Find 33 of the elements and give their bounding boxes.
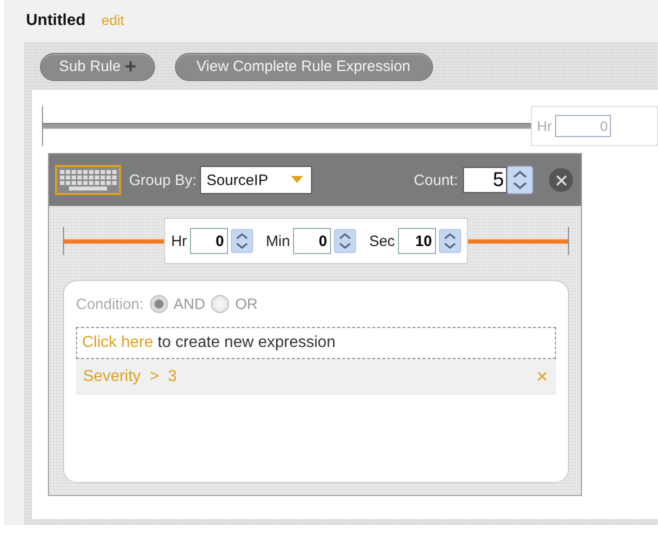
spinner-icon[interactable]	[438, 227, 461, 255]
radio-button[interactable]	[211, 295, 230, 313]
keyboard-icon[interactable]	[55, 165, 121, 195]
caret-icon	[290, 176, 303, 184]
expression-text[interactable]: Severity > 3	[83, 368, 177, 386]
hour-field[interactable]: 0	[554, 115, 611, 137]
time-field[interactable]: 10	[398, 228, 436, 254]
view-expression-button[interactable]: View Complete Rule Expression	[175, 52, 434, 80]
close-button[interactable]	[549, 168, 573, 192]
spinner-icon[interactable]	[507, 166, 533, 194]
group-by-label: Group By:	[129, 172, 197, 188]
condition-label: Condition:	[76, 296, 144, 312]
time-unit-label: Min	[266, 232, 290, 250]
radio-button[interactable]	[150, 295, 168, 313]
radio-label: AND	[174, 296, 206, 312]
time-unit-label: Hr	[171, 232, 187, 250]
time-field[interactable]: 0	[293, 228, 332, 254]
count-field[interactable]: 5	[463, 167, 507, 193]
click-here-link[interactable]: Click here	[82, 334, 154, 352]
group-by-dropdown[interactable]: SourceIP	[200, 166, 312, 194]
rule-title: Untitled	[26, 12, 86, 30]
spinner-icon[interactable]	[334, 227, 356, 255]
radio-label: OR	[235, 296, 258, 312]
time-unit-label: Sec	[369, 232, 395, 250]
close-icon	[556, 174, 566, 186]
edit-link[interactable]: edit	[102, 12, 124, 28]
hour-label: Hr	[537, 118, 552, 134]
time-field[interactable]: 0	[190, 228, 228, 254]
sub-rule-button[interactable]: Sub Rule +	[40, 52, 156, 80]
plus-icon: +	[124, 56, 136, 76]
create-expression-text: to create new expression	[158, 334, 336, 352]
count-label: Count:	[414, 172, 458, 188]
spinner-icon[interactable]	[230, 227, 253, 255]
